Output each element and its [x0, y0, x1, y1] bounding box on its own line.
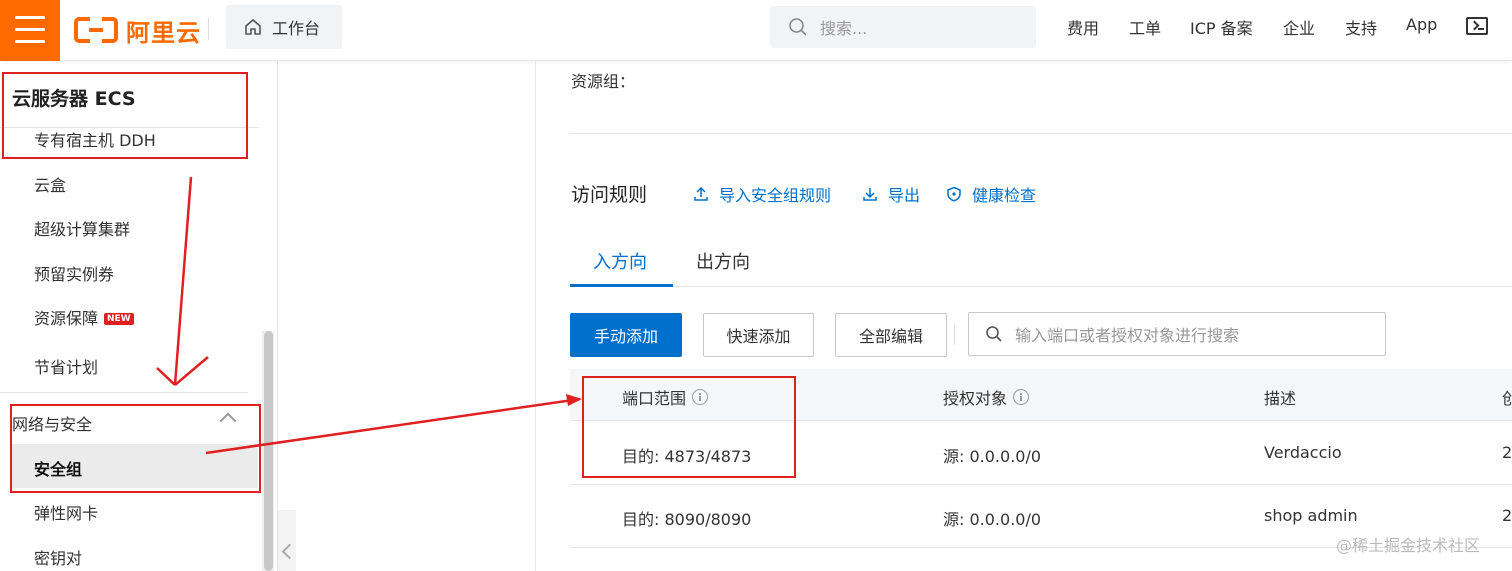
workbench-label: 工作台: [272, 19, 321, 38]
top-bar: 阿里云 工作台 搜索... 费用 工单 ICP 备案 企业 支持 App: [0, 0, 1512, 61]
global-search-input[interactable]: 搜索...: [770, 6, 1036, 48]
nav-enterprise[interactable]: 企业: [1283, 15, 1315, 39]
divider: [208, 18, 209, 40]
nav-app[interactable]: App: [1406, 15, 1437, 34]
aliyun-logo[interactable]: 阿里云: [74, 12, 201, 48]
logo-text: 阿里云: [126, 18, 201, 47]
search-placeholder: 搜索...: [820, 19, 868, 38]
nav-billing[interactable]: 费用: [1067, 15, 1099, 39]
nav-support[interactable]: 支持: [1345, 15, 1377, 39]
search-icon: [789, 18, 807, 36]
nav-icp[interactable]: ICP 备案: [1190, 15, 1253, 39]
home-icon: [245, 19, 261, 35]
workbench-button[interactable]: 工作台: [226, 5, 342, 49]
hamburger-icon[interactable]: [0, 0, 60, 61]
terminal-icon[interactable]: [1466, 17, 1488, 35]
annotation-arrows: [156, 176, 582, 455]
annotation-arrow-right: [205, 397, 581, 455]
nav-tickets[interactable]: 工单: [1129, 15, 1161, 39]
annotation-arrow-down: [173, 176, 193, 386]
app-root: 阿里云 工作台 搜索... 费用 工单 ICP 备案 企业 支持 App 云服务…: [0, 0, 1512, 571]
logo-mark-icon: [74, 16, 118, 44]
